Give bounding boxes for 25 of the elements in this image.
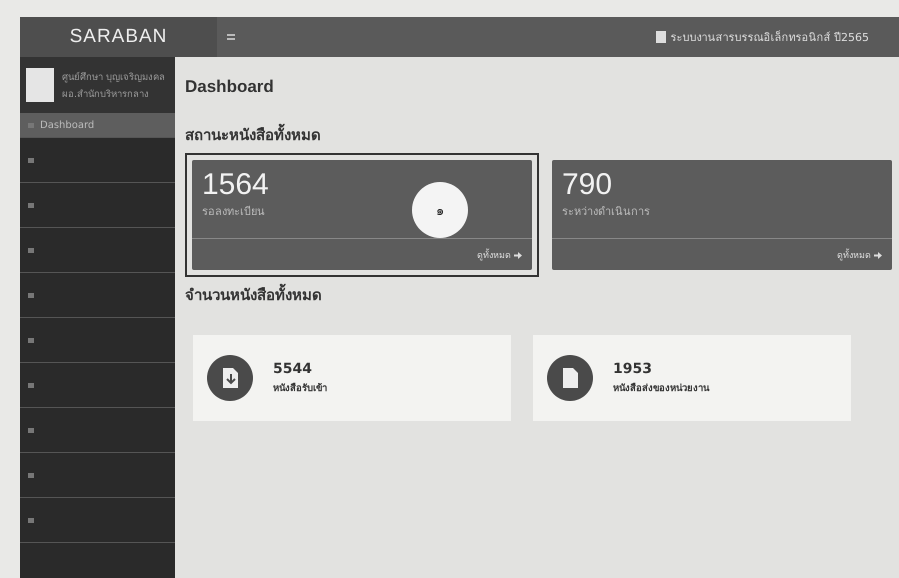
status-label: ระหว่างดำเนินการ [562, 204, 650, 220]
count: 1953 [613, 361, 653, 377]
menu-icon[interactable] [227, 34, 235, 40]
count: 5544 [273, 361, 313, 377]
document-icon [656, 31, 666, 43]
total-label: หนังสือส่งของหน่วยงาน [613, 382, 709, 395]
user-name: ศูนย์ศึกษา บุญเจริญมงคล [62, 70, 166, 84]
arrow-right-icon [514, 252, 522, 258]
document-icon [547, 355, 593, 401]
status-label: รอลงทะเบียน [202, 204, 265, 220]
user-position: ผอ.สำนักบริหารกลาง [62, 88, 150, 101]
total-label: หนังสือรับเข้า [273, 382, 327, 395]
avatar [26, 68, 54, 102]
count: 790 [562, 168, 614, 202]
view-all-link[interactable]: ดูทั้งหมด [477, 248, 511, 262]
view-all-link[interactable]: ดูทั้งหมด [837, 248, 871, 262]
brand-logo: SARABAN [20, 17, 217, 57]
system-title: ระบบงานสารบรรณอิเล็กทรอนิกส์ ปี2565 [670, 29, 869, 46]
arrow-right-icon [874, 252, 882, 258]
annotation-marker: ๑ [412, 182, 468, 238]
section-title: จำนวนหนังสือทั้งหมด [185, 283, 899, 307]
sidebar-item[interactable]: Dashboard [20, 113, 175, 138]
page-title: Dashboard [185, 76, 275, 98]
section-title: สถานะหนังสือทั้งหมด [185, 123, 899, 147]
count: 1564 [202, 168, 270, 202]
